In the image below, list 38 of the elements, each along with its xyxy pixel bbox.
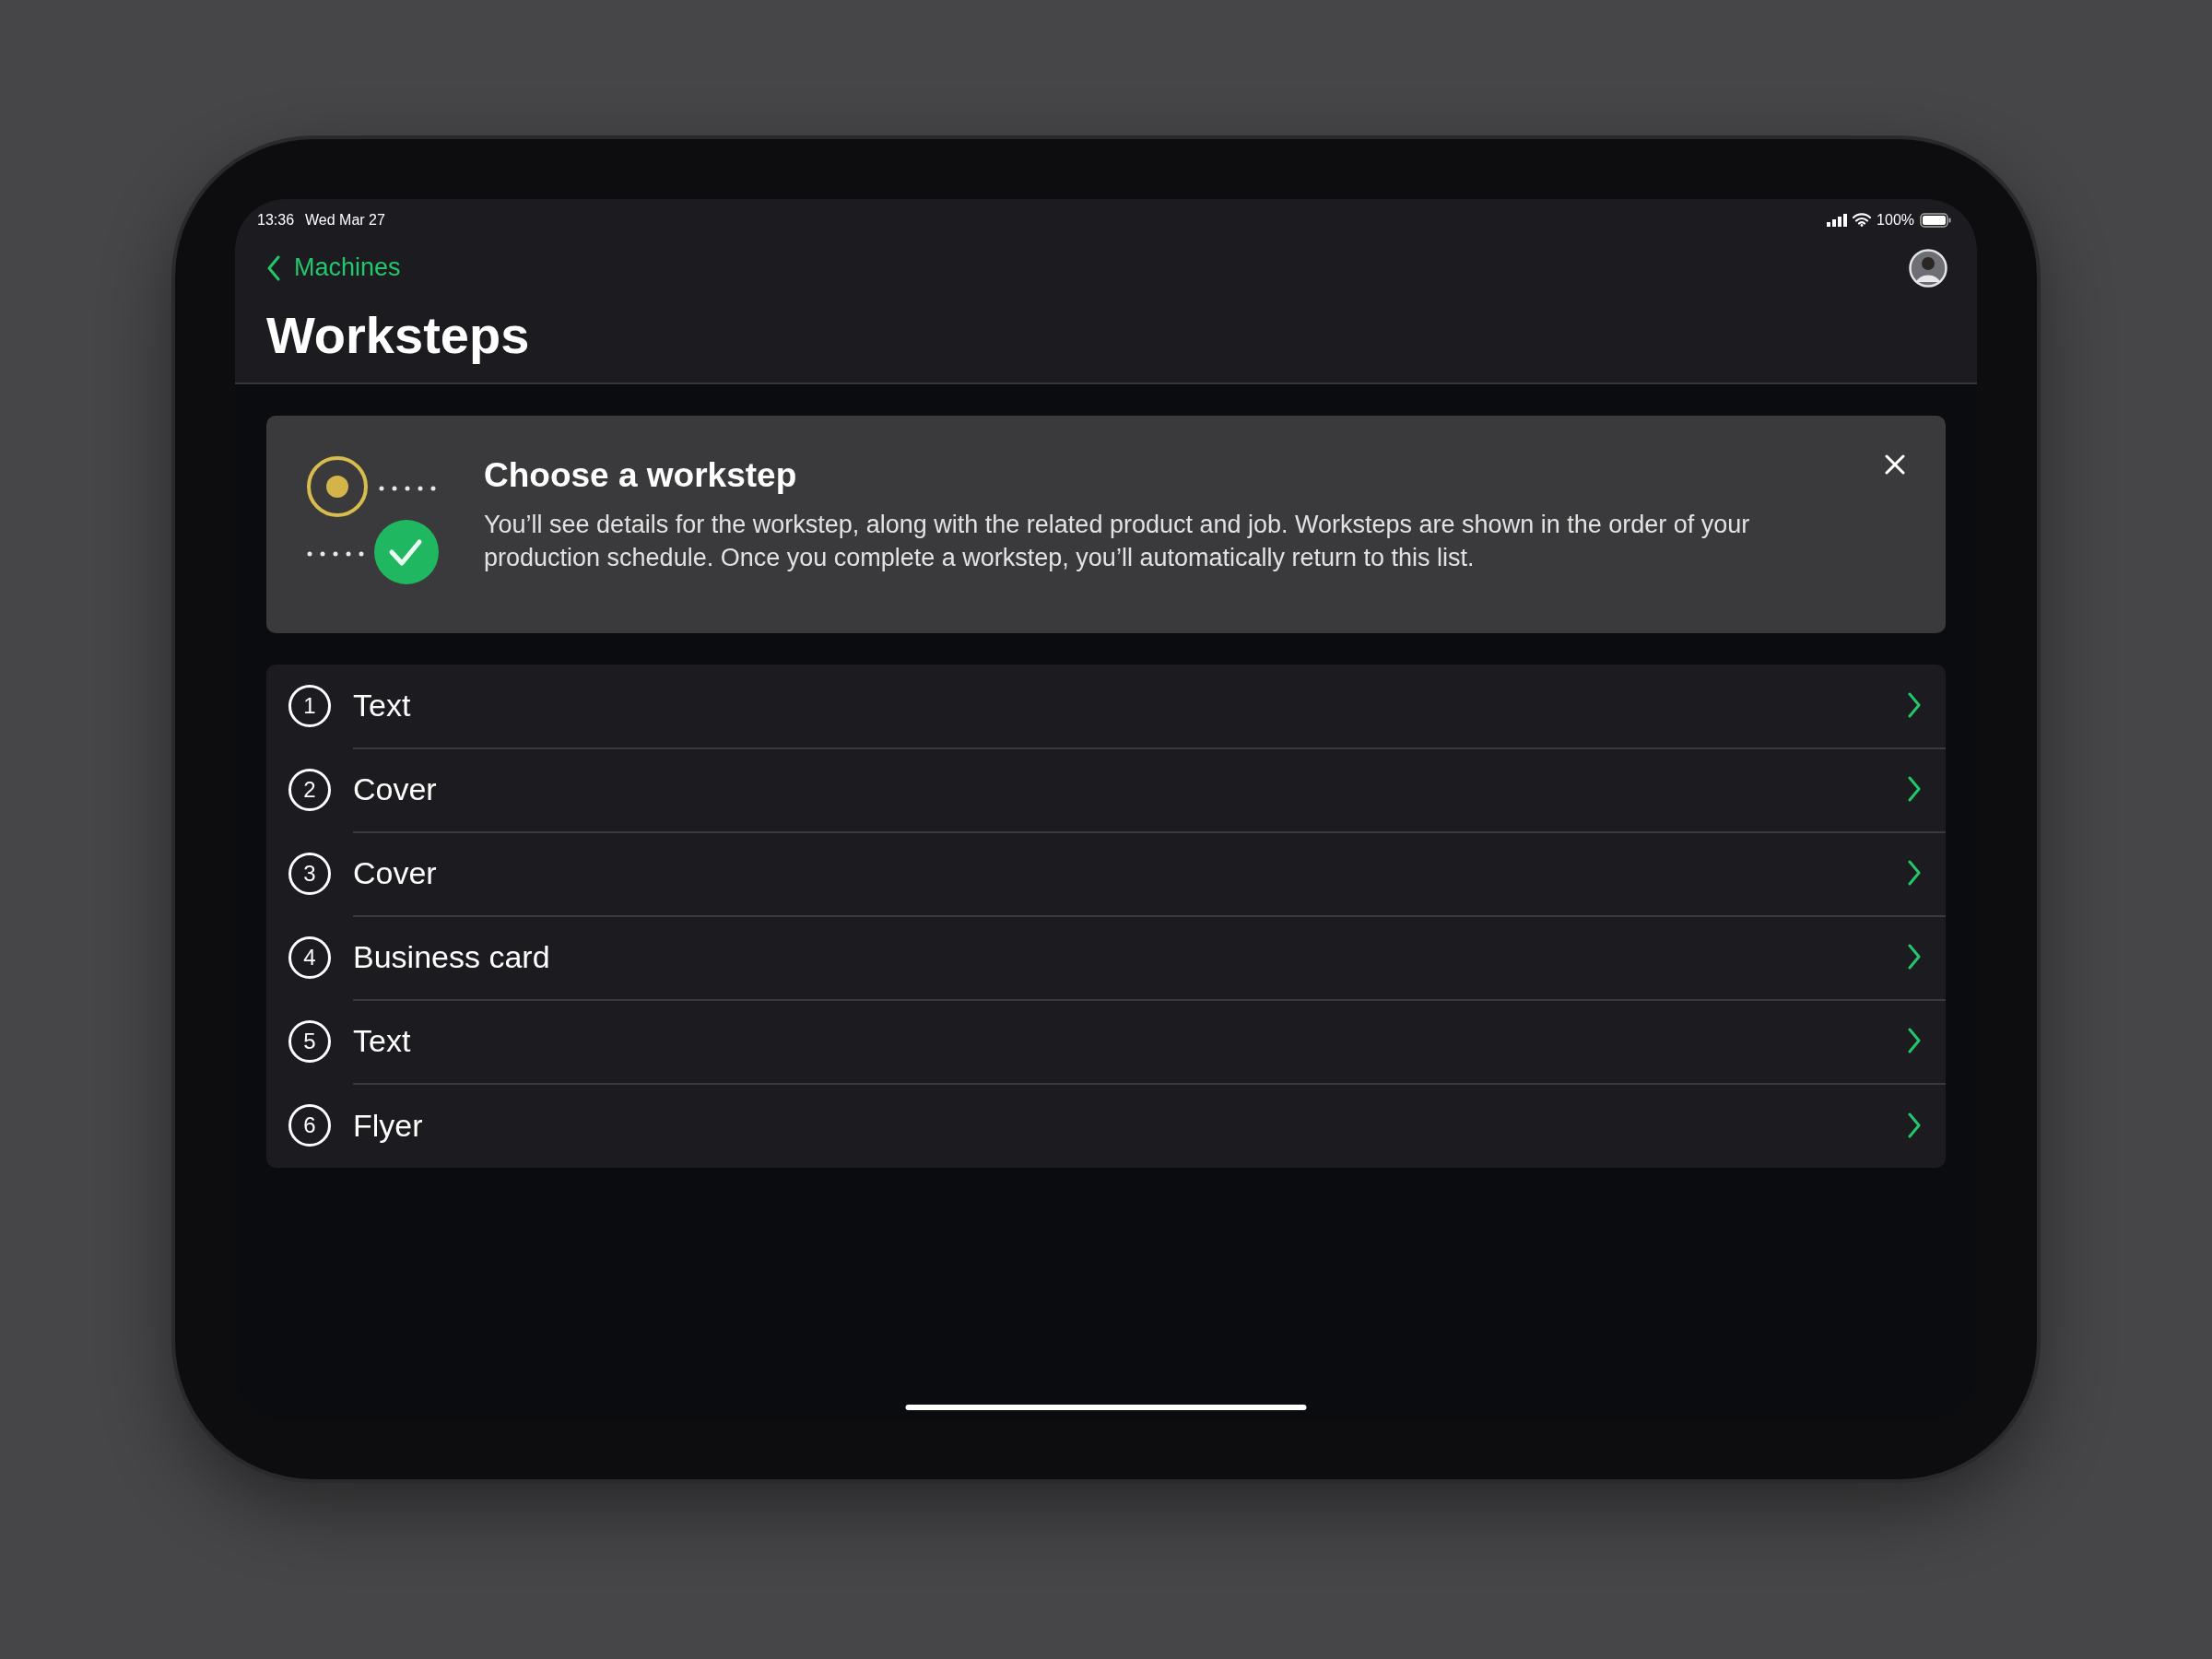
- chevron-right-icon: [1907, 692, 1922, 719]
- step-number: 6: [288, 1104, 331, 1147]
- workstep-row[interactable]: 5 Text: [266, 999, 1946, 1084]
- chevron-right-icon: [1907, 1112, 1922, 1139]
- step-number: 5: [288, 1020, 331, 1064]
- workstep-row[interactable]: 4 Business card: [266, 915, 1946, 1000]
- workstep-row[interactable]: 3 Cover: [266, 831, 1946, 916]
- workstep-row[interactable]: 2 Cover: [266, 747, 1946, 832]
- step-number: 1: [288, 685, 331, 728]
- workstep-label: Business card: [353, 938, 551, 975]
- banner-text: You’ll see details for the workstep, along with the related product and job. Worksteps are shown in the order of your production schedule. Once you complete a workstep, you’ll automatically return to this list.: [484, 509, 1751, 573]
- status-time: 13:36: [257, 211, 295, 229]
- step-number: 4: [288, 936, 331, 980]
- workstep-label: Cover: [353, 854, 438, 891]
- close-icon: [1885, 453, 1905, 475]
- page-title: Worksteps: [266, 304, 531, 366]
- status-date: Wed Mar 27: [305, 211, 385, 229]
- chevron-right-icon: [1907, 776, 1922, 803]
- workstep-label: Text: [353, 1022, 412, 1059]
- battery-percent: 100%: [1877, 211, 1914, 229]
- banner-title: Choose a workstep: [484, 455, 798, 495]
- chevron-right-icon: [1907, 860, 1922, 887]
- back-chevron-icon: [266, 254, 281, 281]
- back-button[interactable]: Machines: [266, 253, 401, 282]
- workstep-label: Text: [353, 687, 412, 724]
- home-indicator[interactable]: [905, 1404, 1307, 1410]
- step-number: 3: [288, 853, 331, 896]
- workstep-label: Flyer: [353, 1107, 424, 1144]
- avatar[interactable]: [1909, 248, 1947, 288]
- chevron-right-icon: [1907, 1028, 1922, 1054]
- signal-icon: [1827, 213, 1848, 227]
- battery-icon: [1920, 212, 1951, 228]
- workstep-row[interactable]: 1 Text: [266, 664, 1946, 748]
- step-number: 2: [288, 769, 331, 812]
- wifi-icon: [1853, 213, 1872, 227]
- workstep-label: Cover: [353, 771, 438, 807]
- workstep-row[interactable]: 6 Flyer: [266, 1083, 1946, 1168]
- chevron-right-icon: [1907, 944, 1922, 971]
